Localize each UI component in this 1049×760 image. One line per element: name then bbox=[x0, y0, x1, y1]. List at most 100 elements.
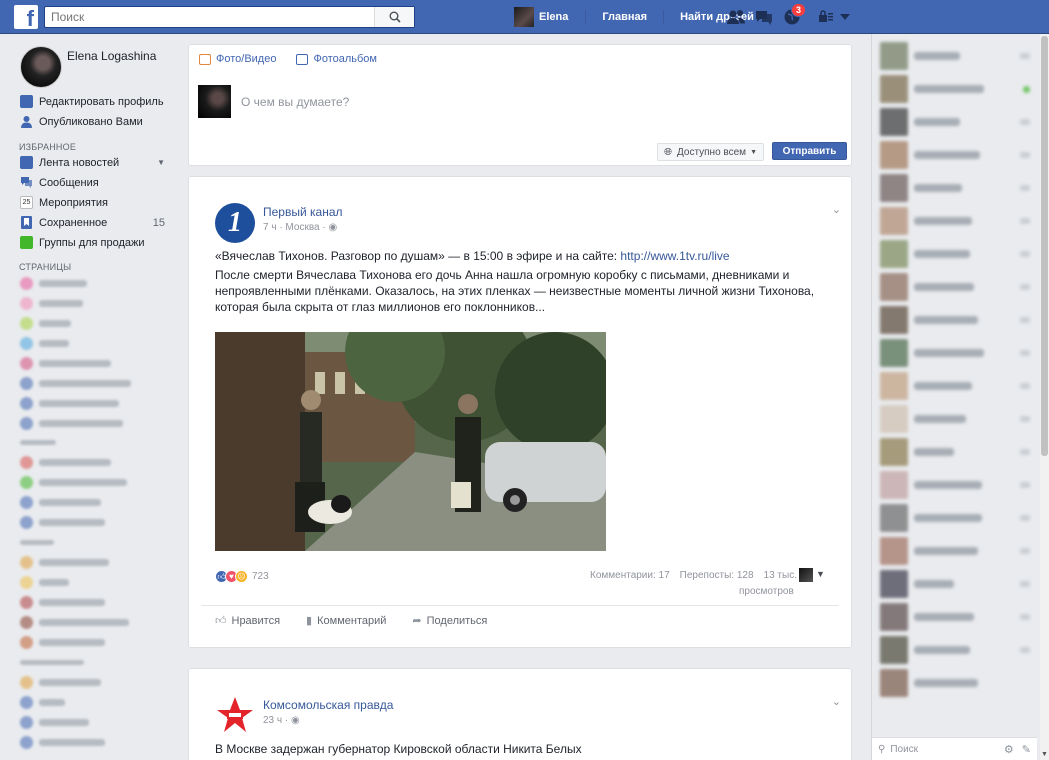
chat-contact[interactable] bbox=[880, 569, 1030, 599]
search-button[interactable] bbox=[374, 7, 414, 27]
chat-contact[interactable] bbox=[880, 470, 1030, 500]
post-link[interactable]: http://www.1tv.ru/live bbox=[620, 249, 729, 263]
kp-logo[interactable] bbox=[215, 695, 255, 735]
blurred-sidebar-item[interactable] bbox=[20, 576, 165, 589]
edit-profile-link[interactable]: Редактировать профиль bbox=[20, 95, 165, 108]
contact-status bbox=[1020, 218, 1030, 224]
blurred-sidebar-item[interactable] bbox=[20, 496, 165, 509]
sidebar-item-saved[interactable]: Сохраненное 15 bbox=[20, 216, 165, 229]
post-options-chevron[interactable]: ⌄ bbox=[832, 695, 841, 708]
profile-shortcut[interactable]: Elena Logashina bbox=[20, 46, 156, 88]
blurred-sidebar-item[interactable] bbox=[20, 277, 165, 290]
messages-button[interactable] bbox=[753, 6, 775, 28]
contact-name bbox=[914, 580, 954, 588]
post-button[interactable]: Отправить bbox=[772, 142, 847, 160]
chat-contact[interactable] bbox=[880, 140, 1030, 170]
post-options-chevron[interactable]: ⌄ bbox=[832, 203, 841, 216]
blurred-sidebar-item[interactable] bbox=[20, 616, 165, 629]
blurred-sidebar-item[interactable] bbox=[20, 476, 165, 489]
contact-name bbox=[914, 151, 980, 159]
profile-name[interactable]: Elena Logashina bbox=[67, 49, 156, 88]
privacy-selector[interactable]: 🌐︎ Доступно всем ▼ bbox=[657, 143, 764, 161]
scroll-down-arrow[interactable]: ▼ bbox=[1041, 751, 1048, 758]
chat-contact[interactable] bbox=[880, 107, 1030, 137]
facebook-logo[interactable]: f bbox=[14, 5, 38, 29]
blurred-text bbox=[39, 559, 109, 566]
sidebar-item-events[interactable]: 25 Мероприятия bbox=[20, 196, 165, 209]
blurred-sidebar-item[interactable] bbox=[20, 556, 165, 569]
sidebar-item-sale-groups[interactable]: Группы для продажи bbox=[20, 236, 165, 249]
reactions-summary[interactable]: 👍︎ ♥ ☹ 723 bbox=[215, 570, 269, 583]
blurred-sidebar-item[interactable] bbox=[20, 736, 165, 749]
chat-contact[interactable] bbox=[880, 503, 1030, 533]
caret-down-icon[interactable]: ▼ bbox=[816, 569, 825, 579]
photo-album-tab[interactable]: Фотоальбом bbox=[296, 53, 377, 65]
chat-contact[interactable] bbox=[880, 437, 1030, 467]
sidebar-item-messages[interactable]: Сообщения bbox=[20, 176, 165, 189]
chat-contact[interactable] bbox=[880, 602, 1030, 632]
chat-contact[interactable] bbox=[880, 239, 1030, 269]
blurred-sidebar-item[interactable] bbox=[20, 417, 165, 430]
account-menu[interactable] bbox=[818, 10, 850, 23]
share-as-avatar[interactable] bbox=[799, 568, 813, 582]
chat-contact[interactable] bbox=[880, 371, 1030, 401]
blurred-sidebar-item[interactable] bbox=[20, 596, 165, 609]
blurred-icon bbox=[20, 596, 33, 609]
status-input[interactable]: О чем вы думаете? bbox=[241, 95, 349, 109]
profile-link[interactable]: Elena bbox=[514, 7, 577, 27]
comments-count[interactable]: Комментарии: 17 bbox=[590, 570, 670, 581]
photo-video-tab[interactable]: Фото/Видео bbox=[199, 53, 276, 65]
blurred-sidebar-item[interactable] bbox=[20, 357, 165, 370]
notifications-button[interactable]: 3 bbox=[781, 3, 806, 28]
friend-requests-button[interactable] bbox=[725, 6, 747, 28]
chat-search-input[interactable]: Поиск bbox=[890, 744, 918, 755]
search-input[interactable] bbox=[45, 7, 375, 27]
chat-contact[interactable] bbox=[880, 206, 1030, 236]
blurred-sidebar-item[interactable] bbox=[20, 397, 165, 410]
blurred-sidebar-item[interactable] bbox=[20, 337, 165, 350]
blurred-sidebar-item[interactable] bbox=[20, 297, 165, 310]
page-name-link[interactable]: Первый канал bbox=[263, 205, 343, 219]
chat-contact[interactable] bbox=[880, 338, 1030, 368]
shares-count[interactable]: Перепосты: 128 bbox=[680, 570, 754, 581]
chat-contact[interactable] bbox=[880, 173, 1030, 203]
sidebar-item-newsfeed[interactable]: Лента новостей ▼ bbox=[20, 156, 165, 169]
post-timestamp[interactable]: 23 ч · bbox=[263, 715, 288, 726]
blurred-sidebar-item[interactable] bbox=[20, 696, 165, 709]
chat-contact[interactable] bbox=[880, 635, 1030, 665]
home-link[interactable]: Главная bbox=[594, 11, 655, 23]
page-scrollbar[interactable]: ▼ bbox=[1040, 34, 1049, 760]
channel-one-logo[interactable]: 1 bbox=[215, 203, 255, 243]
profile-avatar[interactable] bbox=[20, 46, 62, 88]
blurred-sidebar-item[interactable] bbox=[20, 716, 165, 729]
gear-icon[interactable]: ⚙ bbox=[1004, 743, 1014, 756]
page-name-link[interactable]: Комсомольская правда bbox=[263, 698, 393, 712]
chat-contact[interactable] bbox=[880, 305, 1030, 335]
published-by-you-link[interactable]: Опубликовано Вами bbox=[20, 115, 165, 128]
blurred-icon bbox=[20, 277, 33, 290]
chat-contact[interactable] bbox=[880, 536, 1030, 566]
chat-contact[interactable] bbox=[880, 404, 1030, 434]
video-still bbox=[215, 332, 606, 551]
chat-contact[interactable] bbox=[880, 41, 1030, 71]
chat-contact[interactable] bbox=[880, 74, 1030, 104]
blurred-sidebar-item[interactable] bbox=[20, 377, 165, 390]
chat-contact[interactable] bbox=[880, 272, 1030, 302]
composer-avatar bbox=[198, 85, 231, 118]
blurred-sidebar-item[interactable] bbox=[20, 636, 165, 649]
comment-button[interactable]: ▮ Комментарий bbox=[306, 614, 386, 628]
blurred-sidebar-item[interactable] bbox=[20, 516, 165, 529]
post-timestamp[interactable]: 7 ч · Москва · bbox=[263, 222, 326, 233]
like-button[interactable]: 👍︎ Нравится bbox=[215, 614, 280, 628]
blurred-sidebar-item[interactable] bbox=[20, 456, 165, 469]
blurred-sidebar-item[interactable] bbox=[20, 676, 165, 689]
blurred-icon bbox=[20, 636, 33, 649]
chevron-down-icon[interactable]: ▼ bbox=[157, 158, 165, 167]
share-button[interactable]: ➦ Поделиться bbox=[412, 614, 487, 628]
scrollbar-thumb[interactable] bbox=[1041, 36, 1048, 456]
contact-name bbox=[914, 547, 978, 555]
blurred-sidebar-item[interactable] bbox=[20, 317, 165, 330]
chat-contact[interactable] bbox=[880, 668, 1030, 698]
compose-icon[interactable]: ✎ bbox=[1022, 743, 1031, 756]
post-video-thumbnail[interactable] bbox=[215, 332, 606, 551]
